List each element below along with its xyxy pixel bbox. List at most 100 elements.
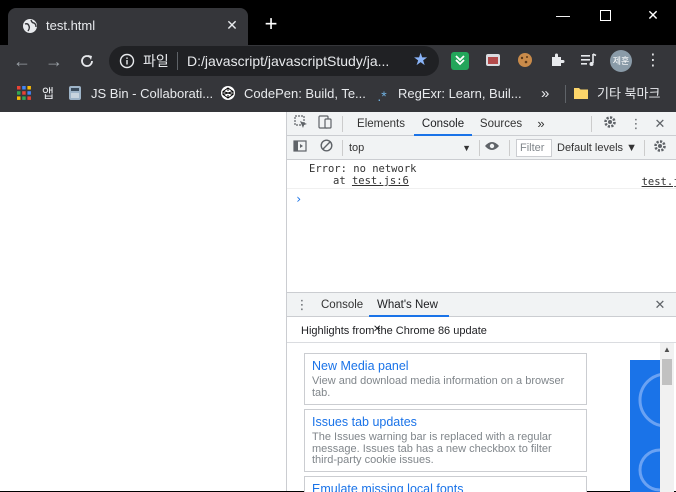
heading-divider xyxy=(287,342,676,343)
info-icon[interactable] xyxy=(119,53,135,69)
back-arrow-icon[interactable]: ← xyxy=(11,50,33,72)
tab-sources[interactable]: Sources xyxy=(475,112,527,136)
source-link: test.js:15 xyxy=(591,163,676,202)
regexr-icon: .* xyxy=(377,88,387,104)
bookmark-jsbin[interactable]: JS Bin - Collaborati... xyxy=(67,84,213,104)
url-text[interactable]: D:/javascript/javascriptStudy/ja... xyxy=(187,52,389,70)
other-bookmarks-folder[interactable]: 기타 북마크 xyxy=(573,84,660,104)
tab-strip: test.html ✕ + — ✕ xyxy=(0,0,676,45)
reload-icon[interactable] xyxy=(76,50,98,72)
drawer-tabbar: ⋮ Console What's New ✕ ✕ xyxy=(287,293,676,335)
devtools-tabbar: Elements Console Sources » ⋮ ✕ xyxy=(287,112,676,136)
settings-gear-icon[interactable] xyxy=(601,115,619,133)
close-devtools-icon[interactable]: ✕ xyxy=(651,115,669,133)
drawer-scrollbar[interactable]: ▲ xyxy=(660,343,674,492)
drawer-tab-label: What's New xyxy=(377,299,438,311)
cookie-extension-icon[interactable] xyxy=(515,51,535,71)
context-select[interactable]: top ▼ xyxy=(349,139,471,157)
toolbar-divider xyxy=(342,140,343,156)
scheme-label: 파일 xyxy=(143,53,169,69)
bookmark-label: RegExr: Learn, Buil... xyxy=(398,86,522,101)
window-extension-icon[interactable] xyxy=(483,51,503,71)
devtools-panel: Elements Console Sources » ⋮ ✕ top ▼ Fil… xyxy=(286,112,676,492)
folder-icon xyxy=(574,88,588,99)
bookmark-apps[interactable]: 앱 xyxy=(16,84,54,104)
console-messages: Error: no network test.js:15 at test.js:… xyxy=(287,160,676,292)
close-drawer-icon[interactable]: ✕ xyxy=(651,296,669,314)
toolbar-divider xyxy=(591,116,592,132)
sidebar-toggle-icon[interactable] xyxy=(291,139,309,157)
drawer-tab-whats-new[interactable]: What's New ✕ xyxy=(369,293,449,335)
feature-card[interactable]: New Media panel View and download media … xyxy=(304,353,587,405)
codepen-icon xyxy=(221,86,235,100)
promo-graphic xyxy=(630,360,660,492)
device-toolbar-icon[interactable] xyxy=(316,115,334,133)
profile-avatar[interactable]: 제훈 xyxy=(610,50,632,72)
stack-prefix: at xyxy=(333,175,352,187)
menu-kebab-icon[interactable]: ⋮ xyxy=(643,51,663,71)
browser-toolbar: ← → 파일 D:/javascript/javascriptStudy/ja.… xyxy=(0,45,676,77)
new-tab-button[interactable]: + xyxy=(261,12,281,36)
browser-window: test.html ✕ + — ✕ ← → 파일 D:/javascript/j… xyxy=(0,0,676,492)
browser-tab[interactable]: test.html ✕ xyxy=(8,8,248,45)
inspect-element-icon[interactable] xyxy=(292,115,310,133)
tab-title: test.html xyxy=(46,18,96,33)
customize-kebab-icon[interactable]: ⋮ xyxy=(627,115,645,133)
context-value: top xyxy=(349,142,365,154)
card-description: View and download media information on a… xyxy=(312,375,565,399)
console-settings-gear-icon[interactable] xyxy=(651,139,669,157)
apps-grid-icon xyxy=(17,86,31,100)
bookmark-label: 기타 북마크 xyxy=(597,86,661,101)
bookmark-regexr[interactable]: .* RegExr: Learn, Buil... xyxy=(374,84,522,104)
bookmarks-overflow-button[interactable]: » xyxy=(541,84,549,104)
jsbin-icon xyxy=(69,86,81,100)
bookmark-star-icon[interactable]: ★ xyxy=(413,50,428,70)
clear-console-icon[interactable] xyxy=(317,139,335,157)
bookmarks-divider xyxy=(565,85,566,103)
scrollbar-thumb[interactable] xyxy=(662,359,672,385)
omnibox-divider xyxy=(177,52,178,70)
card-title[interactable]: Issues tab updates xyxy=(312,414,579,430)
maximize-icon[interactable] xyxy=(590,4,620,26)
bookmark-label: CodePen: Build, Te... xyxy=(244,86,366,101)
page-viewport xyxy=(0,112,286,491)
toolbar-divider xyxy=(342,116,343,132)
whats-new-heading: Highlights from the Chrome 86 update xyxy=(301,325,487,337)
scroll-up-arrow-icon[interactable]: ▲ xyxy=(663,345,671,354)
card-title[interactable]: Emulate missing local fonts xyxy=(312,481,579,492)
forward-arrow-icon[interactable]: → xyxy=(43,50,65,72)
toolbar-divider xyxy=(509,140,510,156)
dropdown-arrow-icon: ▼ xyxy=(462,143,471,153)
puzzle-extensions-icon[interactable] xyxy=(547,51,567,71)
feature-card[interactable]: Emulate missing local fonts xyxy=(304,476,587,492)
log-levels-dropdown[interactable]: Default levels ▼ xyxy=(557,139,637,157)
card-title[interactable]: New Media panel xyxy=(312,358,579,374)
toolbar-divider xyxy=(644,140,645,156)
more-tabs-button[interactable]: » xyxy=(533,112,549,136)
devtools-drawer: ⋮ Console What's New ✕ ✕ Highlights from… xyxy=(287,292,676,492)
live-expression-eye-icon[interactable] xyxy=(483,139,501,157)
filter-input[interactable]: Filter xyxy=(516,139,552,157)
download-extension-icon[interactable] xyxy=(451,52,469,70)
stack-link[interactable]: test.js:6 xyxy=(352,175,409,187)
message-divider xyxy=(287,188,676,189)
bookmark-codepen[interactable]: CodePen: Build, Te... xyxy=(220,84,366,104)
address-bar[interactable]: 파일 D:/javascript/javascriptStudy/ja... ★ xyxy=(109,46,439,76)
bookmarks-bar: 앱 JS Bin - Collaborati... CodePen: Build… xyxy=(0,77,676,112)
bookmark-label: JS Bin - Collaborati... xyxy=(91,86,214,101)
media-controls-icon[interactable] xyxy=(579,51,599,71)
stack-trace-line: at test.js:6 xyxy=(333,175,409,188)
minimize-icon[interactable]: — xyxy=(548,4,578,26)
source-link-text[interactable]: test.js:15 xyxy=(642,176,676,188)
close-tab-icon[interactable]: ✕ xyxy=(224,16,240,34)
card-description: The Issues warning bar is replaced with … xyxy=(312,431,552,466)
tab-console[interactable]: Console xyxy=(414,112,472,136)
globe-icon xyxy=(23,19,37,33)
console-prompt[interactable]: › xyxy=(295,192,302,206)
window-close-icon[interactable]: ✕ xyxy=(638,4,668,26)
drawer-menu-kebab-icon[interactable]: ⋮ xyxy=(293,296,311,314)
console-filter-bar: top ▼ Filter Default levels ▼ xyxy=(287,136,676,160)
feature-card[interactable]: Issues tab updates The Issues warning ba… xyxy=(304,409,587,472)
drawer-tab-console[interactable]: Console xyxy=(321,293,363,317)
tab-elements[interactable]: Elements xyxy=(350,112,412,136)
